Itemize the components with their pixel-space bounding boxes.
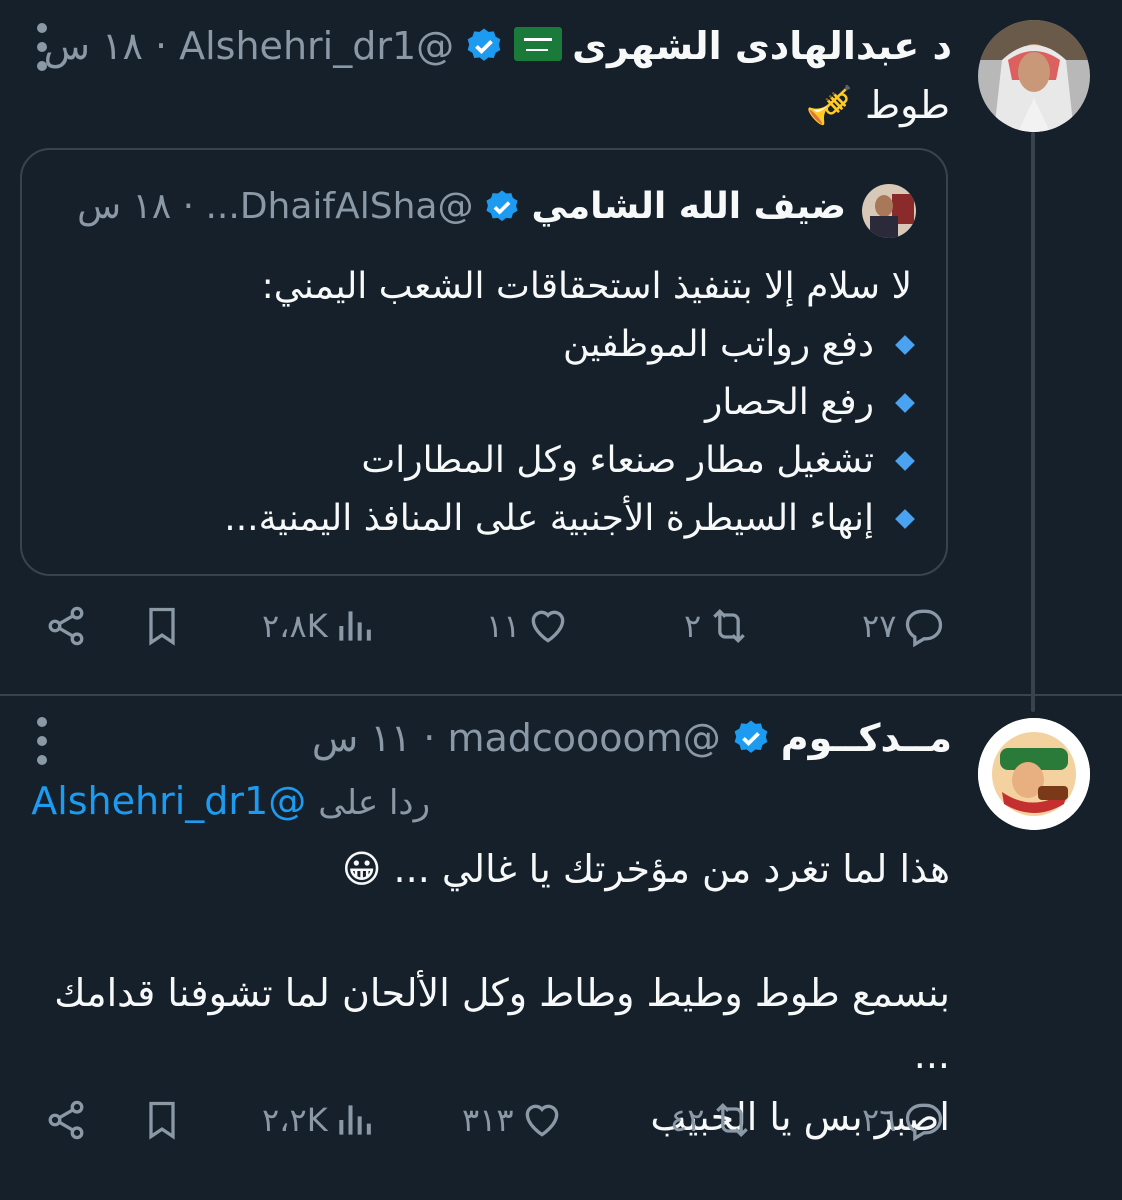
quote-handle-time: @DhaifAlSha... · ١٨ س bbox=[77, 186, 474, 227]
handle-time[interactable]: @Alshehri_dr1 · ١٨ س bbox=[44, 24, 455, 68]
bookmark-button[interactable] bbox=[140, 604, 184, 648]
retweet-button[interactable]: ٢ bbox=[684, 604, 751, 648]
saudi-flag-icon bbox=[514, 27, 563, 65]
display-name[interactable]: مــدكــوم bbox=[781, 716, 952, 760]
quote-bullet: إنهاء السيطرة الأجنبية على المنافذ اليمن… bbox=[52, 490, 915, 548]
quote-body: لا سلام إلا بتنفيذ استحقاقات الشعب اليمن… bbox=[52, 258, 915, 548]
quote-avatar bbox=[862, 184, 916, 238]
quote-bullet: تشغيل مطار صنعاء وكل المطارات bbox=[52, 432, 915, 490]
reply-button[interactable]: ٢٧ bbox=[862, 604, 946, 648]
views-icon bbox=[339, 611, 371, 641]
bullet-diamond-icon bbox=[895, 451, 915, 471]
display-name[interactable]: د عبدالهادى الشهرى bbox=[572, 24, 952, 68]
verified-icon bbox=[467, 28, 501, 61]
quote-display-name: ضيف الله الشامي bbox=[531, 186, 846, 227]
like-button[interactable]: ١١ bbox=[486, 604, 570, 648]
bullet-diamond-icon bbox=[895, 509, 915, 529]
tweet2-body-line: هذا لما تغرد من مؤخرتك يا غالي ... 😀 bbox=[341, 847, 950, 891]
bookmark-button[interactable] bbox=[140, 1098, 184, 1142]
reply-button[interactable]: ٢٦ bbox=[862, 1098, 946, 1142]
quoted-tweet-card[interactable]: ضيف الله الشامي @DhaifAlSha... · ١٨ س لا… bbox=[20, 148, 948, 576]
handle-time[interactable]: @madcoooom · ١١ س bbox=[312, 716, 721, 760]
tweet1-actions: ٢٧ ٢ ١١ ٢،٨K bbox=[0, 604, 1122, 664]
verified-icon bbox=[486, 189, 518, 221]
views-button[interactable]: ٢،٨K bbox=[262, 604, 378, 648]
retweet-icon bbox=[713, 608, 746, 644]
quote-intro: لا سلام إلا بتنفيذ استحقاقات الشعب اليمن… bbox=[261, 266, 912, 307]
tweet1-header: د عبدالهادى الشهرى @Alshehri_dr1 · ١٨ س bbox=[44, 24, 952, 68]
tweet2-header: مــدكــوم @madcoooom · ١١ س bbox=[312, 716, 952, 760]
share-button[interactable] bbox=[44, 604, 88, 648]
quote-bullet: دفع رواتب الموظفين bbox=[52, 316, 915, 374]
tweet2-actions: ٢٦ ٤٢ ٣١٣ ٢،٢K bbox=[0, 1098, 1122, 1158]
share-button[interactable] bbox=[44, 1098, 88, 1142]
share-icon bbox=[48, 606, 84, 646]
bookmark-icon bbox=[149, 607, 175, 646]
tweet-divider bbox=[0, 694, 1122, 696]
like-icon bbox=[525, 1104, 558, 1137]
reply-context: ردا على @Alshehri_dr1 bbox=[31, 770, 430, 834]
reply-prefix: ردا على bbox=[318, 783, 430, 823]
reply-mention-link[interactable]: @Alshehri_dr1 bbox=[31, 779, 306, 823]
avatar-tweet2[interactable] bbox=[978, 718, 1090, 830]
more-options-icon[interactable] bbox=[30, 706, 54, 776]
like-icon bbox=[532, 610, 565, 643]
share-icon bbox=[48, 1100, 84, 1140]
quote-bullet: رفع الحصار bbox=[52, 374, 915, 432]
retweet-button[interactable]: ٤٢ bbox=[670, 1098, 754, 1142]
views-icon bbox=[339, 1105, 371, 1135]
views-button[interactable]: ٢،٢K bbox=[262, 1098, 378, 1142]
reply-icon bbox=[906, 609, 943, 648]
reply-icon bbox=[906, 1103, 943, 1142]
tweet2-body-line: بنسمع طوط وطيط وطاط وكل الألحان لما تشوف… bbox=[54, 971, 950, 1077]
like-button[interactable]: ٣١٣ bbox=[462, 1098, 564, 1142]
verified-icon bbox=[734, 720, 768, 753]
bullet-diamond-icon bbox=[895, 393, 915, 413]
bullet-diamond-icon bbox=[895, 335, 915, 355]
avatar-tweet1[interactable] bbox=[978, 20, 1090, 132]
bookmark-icon bbox=[149, 1101, 175, 1140]
tweet1-body: طوط 🎺 bbox=[805, 83, 950, 127]
retweet-icon bbox=[716, 1102, 749, 1138]
quote-header: ضيف الله الشامي @DhaifAlSha... · ١٨ س bbox=[77, 186, 846, 227]
